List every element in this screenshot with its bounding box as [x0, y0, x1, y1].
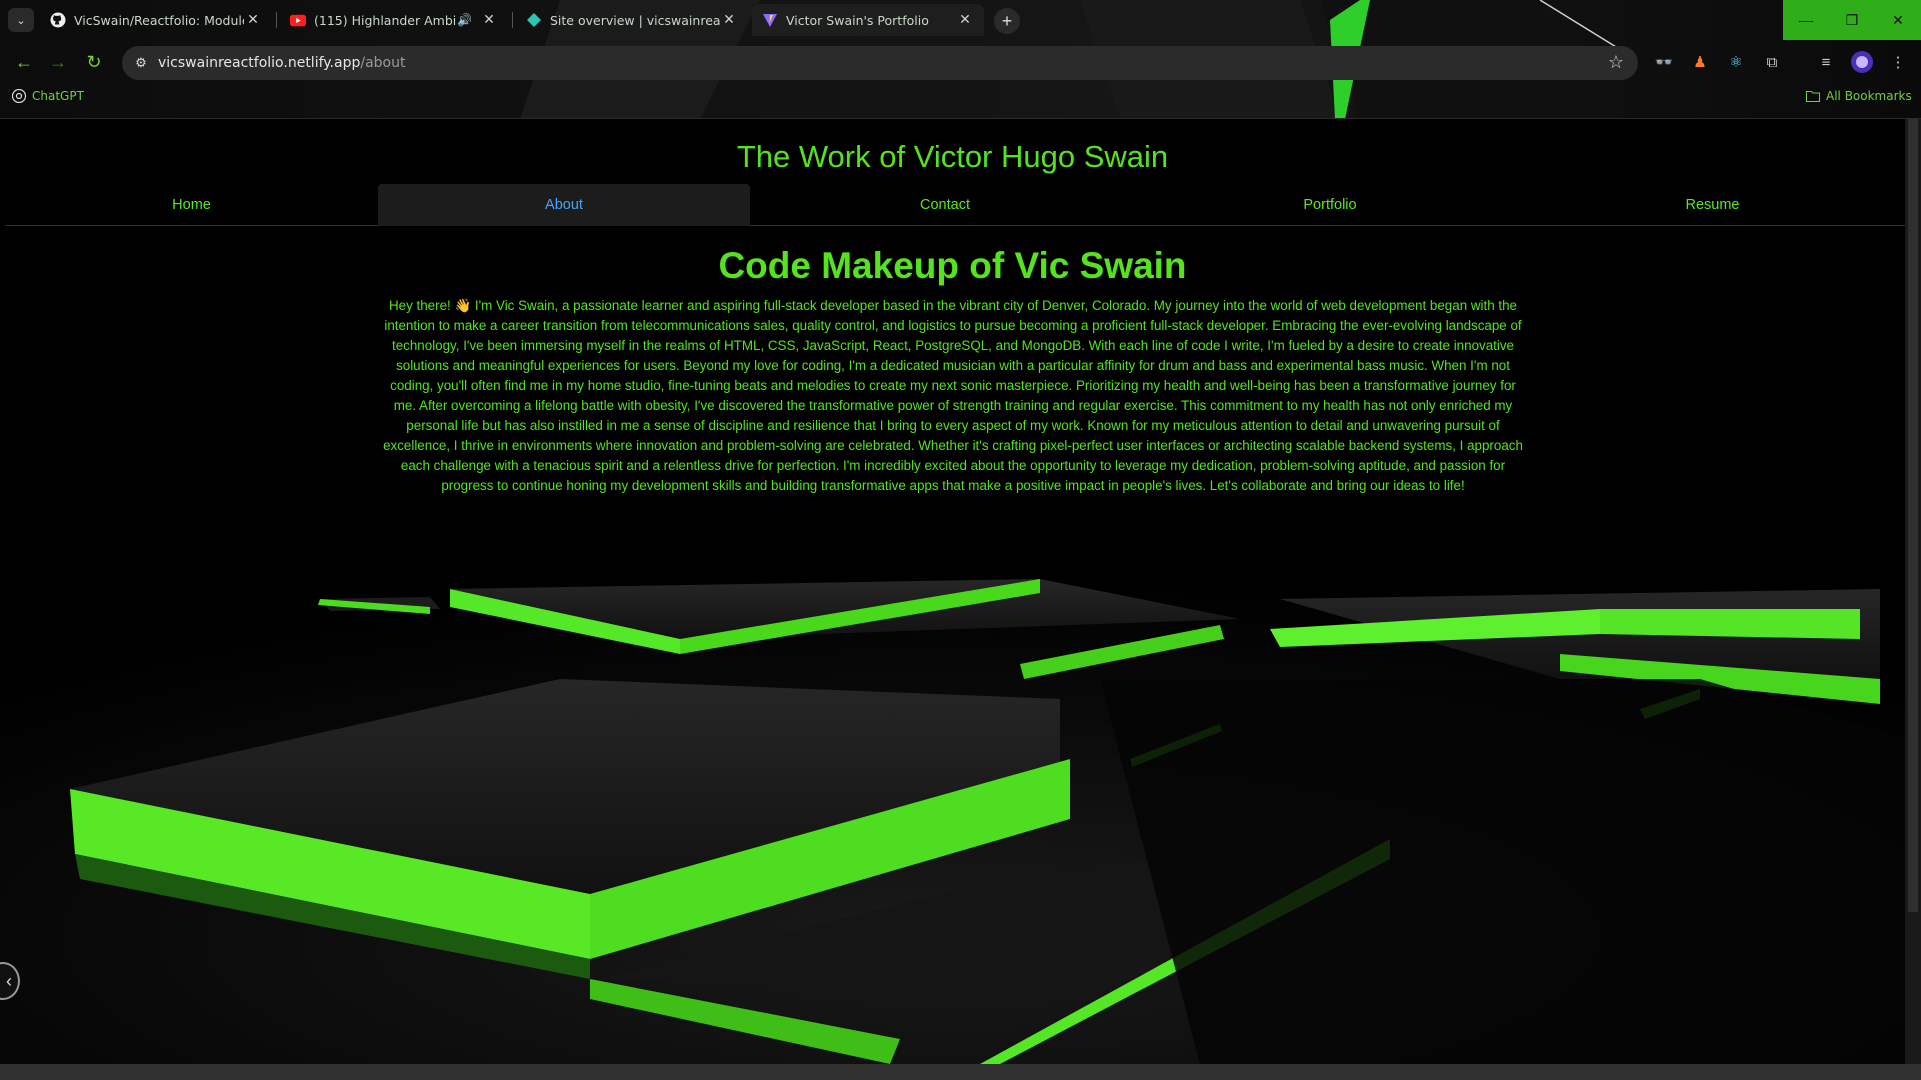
new-tab-button[interactable]: + [994, 8, 1020, 34]
all-bookmarks-button[interactable]: All Bookmarks [1806, 89, 1912, 103]
bookmarks-bar: ChatGPT All Bookmarks [0, 86, 1921, 112]
close-icon[interactable]: ✕ [956, 12, 974, 28]
url-host: vicswainreactfolio.netlify.app [158, 55, 361, 71]
forward-button[interactable]: → [46, 50, 70, 74]
restore-icon: ❐ [1845, 11, 1859, 28]
chevron-left-icon: ‹ [6, 970, 12, 991]
browser-chrome: ⌄ VicSwain/Reactfolio: Module 20 ✕ (115)… [0, 0, 1921, 119]
window-bottom-bar [0, 1064, 1921, 1080]
arrow-left-icon: ← [15, 51, 33, 72]
tab-youtube[interactable]: (115) Highlander Ambience 🔊 ✕ [280, 4, 508, 36]
extension-glasses-icon[interactable]: 👓 [1652, 50, 1676, 74]
tab-title: (115) Highlander Ambience [314, 12, 457, 28]
close-icon[interactable]: ✕ [244, 12, 262, 28]
site-nav: Home About Contact Portfolio Resume [5, 184, 1905, 226]
bookmark-label: ChatGPT [32, 89, 84, 103]
reading-list-icon[interactable]: ≡ [1814, 50, 1838, 74]
profile-avatar[interactable] [1850, 50, 1874, 74]
netlify-icon [526, 12, 542, 28]
tab-separator [276, 12, 277, 28]
tab-portfolio[interactable]: Victor Swain's Portfolio ✕ [752, 4, 984, 36]
extensions-puzzle-icon[interactable]: ⧉ [1760, 50, 1784, 74]
about-heading: Code Makeup of Vic Swain [718, 245, 1187, 286]
vite-icon [762, 12, 778, 28]
tab-github[interactable]: VicSwain/Reactfolio: Module 20 ✕ [40, 4, 272, 36]
restore-button[interactable]: ❐ [1829, 0, 1875, 40]
tab-separator [512, 12, 513, 28]
minimize-icon: — [1799, 12, 1813, 28]
nav-link-about[interactable]: About [378, 184, 750, 226]
minimize-button[interactable]: — [1783, 0, 1829, 40]
site-info-icon[interactable]: ⚙ [132, 54, 150, 72]
plus-icon: + [1001, 10, 1013, 31]
chatgpt-icon [12, 89, 26, 103]
tab-title: Victor Swain's Portfolio [786, 12, 929, 28]
speaker-icon[interactable]: 🔊 [457, 13, 472, 27]
tab-title: VicSwain/Reactfolio: Module 20 [74, 12, 244, 28]
youtube-icon [290, 12, 306, 28]
nav-link-portfolio[interactable]: Portfolio [1140, 184, 1520, 226]
github-icon [50, 12, 66, 28]
reload-button[interactable]: ↻ [82, 50, 106, 74]
page-viewport: The Work of Victor Hugo Swain Home About… [0, 119, 1921, 1064]
page-scrollbar[interactable] [1905, 119, 1921, 1064]
tab-netlify[interactable]: Site overview | vicswainreactfolio ✕ [516, 4, 748, 36]
folder-icon [1806, 89, 1820, 103]
reload-icon: ↻ [86, 51, 102, 72]
tab-title: Site overview | vicswainreactfolio [550, 12, 720, 28]
bookmark-star-icon[interactable]: ☆ [1608, 52, 1624, 73]
tab-strip: ⌄ VicSwain/Reactfolio: Module 20 ✕ (115)… [0, 0, 1921, 40]
nav-link-home[interactable]: Home [5, 184, 378, 226]
react-devtools-icon[interactable]: ⚛ [1724, 50, 1748, 74]
close-icon[interactable]: ✕ [480, 12, 498, 28]
arrow-right-icon: → [49, 51, 67, 72]
nav-link-contact[interactable]: Contact [750, 184, 1140, 226]
about-body-text: Hey there! 👋 I'm Vic Swain, a passionate… [383, 298, 1523, 493]
all-bookmarks-label: All Bookmarks [1826, 89, 1912, 103]
tab-search-button[interactable]: ⌄ [8, 8, 34, 32]
address-bar[interactable]: ⚙ vicswainreactfolio.netlify.app/about ☆ [122, 46, 1638, 80]
menu-kebab-icon[interactable]: ⋮ [1886, 50, 1910, 74]
chevron-down-icon: ⌄ [16, 14, 26, 27]
close-icon: ✕ [1892, 11, 1904, 28]
url-text[interactable]: vicswainreactfolio.netlify.app/about [158, 55, 405, 71]
close-window-button[interactable]: ✕ [1875, 0, 1921, 40]
back-button[interactable]: ← [12, 50, 36, 74]
scrollbar-thumb[interactable] [1908, 119, 1918, 912]
nav-link-resume[interactable]: Resume [1520, 184, 1905, 226]
site-title: The Work of Victor Hugo Swain [736, 139, 1169, 174]
close-icon[interactable]: ✕ [720, 12, 738, 28]
url-path: /about [360, 55, 406, 71]
extension-figure-icon[interactable]: ♟ [1688, 50, 1712, 74]
bookmark-chatgpt[interactable]: ChatGPT [12, 89, 84, 103]
